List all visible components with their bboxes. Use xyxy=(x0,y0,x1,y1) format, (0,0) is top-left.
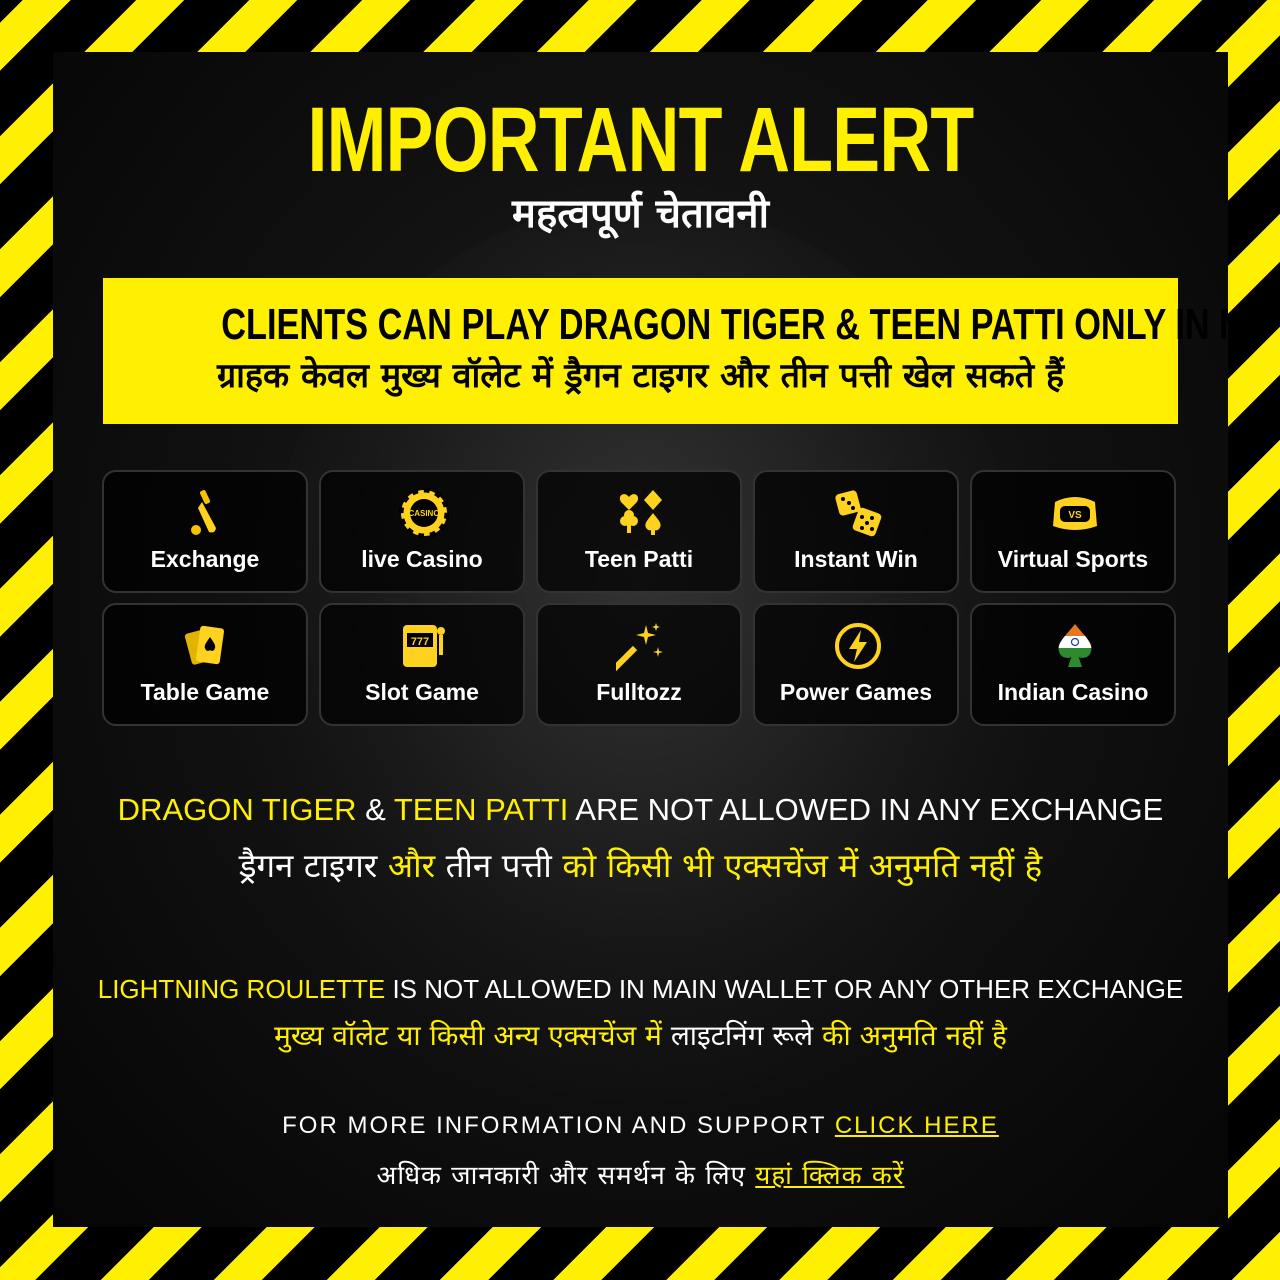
card-suits-icon xyxy=(619,490,662,535)
playing-cards-icon xyxy=(184,625,225,665)
spade-flag-icon xyxy=(1058,624,1092,667)
tile-live-casino[interactable]: CASINO live Casino xyxy=(319,470,525,593)
lightning-icon xyxy=(835,623,881,669)
highlight-text: DRAGON TIGER xyxy=(117,792,357,827)
highlight-text: मुख्य वॉलेट या किसी अन्य एक्सचेंज में xyxy=(274,1019,671,1052)
highlight-text: और xyxy=(387,846,436,885)
tile-label: Teen Patti xyxy=(584,546,694,572)
rule-dragon-tiger-hindi: ड्रैगन टाइगर और तीन पत्ती को किसी भी एक्… xyxy=(53,842,1228,887)
magic-wand-icon xyxy=(616,623,663,671)
support-text: FOR MORE INFORMATION AND SUPPORT xyxy=(282,1112,835,1139)
tile-label: Virtual Sports xyxy=(997,546,1149,572)
highlight-text: की अनुमति नहीं है xyxy=(813,1019,1007,1052)
banner-hindi-text: ग्राहक केवल मुख्य वॉलेट में ड्रैगन टाइगर… xyxy=(216,356,1065,396)
tile-slot-game[interactable]: 777 Slot Game xyxy=(319,603,525,726)
rule-lightning-roulette-hindi: मुख्य वॉलेट या किसी अन्य एक्सचेंज में ला… xyxy=(53,1016,1228,1054)
tile-teen-patti[interactable]: Teen Patti xyxy=(536,470,742,593)
casino-chip-icon: CASINO xyxy=(399,488,449,538)
plain-text: ARE NOT ALLOWED IN ANY EXCHANGE xyxy=(568,792,1164,827)
support-hindi: अधिक जानकारी और समर्थन के लिए यहां क्लिक… xyxy=(53,1156,1228,1192)
rule-lightning-roulette-english: LIGHTNING ROULETTE IS NOT ALLOWED IN MAI… xyxy=(53,974,1228,1005)
plain-text: तीन पत्ती xyxy=(435,846,563,885)
tile-indian-casino[interactable]: Indian Casino xyxy=(970,603,1176,726)
highlight-text: को किसी भी एक्सचेंज में अनुमति नहीं है xyxy=(562,846,1043,885)
alert-panel: IMPORTANT ALERT महत्वपूर्ण चेतावनी CLIEN… xyxy=(53,52,1228,1227)
tile-label: Exchange xyxy=(150,546,260,572)
support-text: अधिक जानकारी और समर्थन के लिए xyxy=(376,1161,756,1191)
svg-text:VS: VS xyxy=(1068,510,1082,521)
click-here-link[interactable]: CLICK HERE xyxy=(835,1112,999,1139)
support-english: FOR MORE INFORMATION AND SUPPORT CLICK H… xyxy=(53,1112,1228,1140)
highlight-text: TEEN PATTI xyxy=(393,792,569,827)
tile-exchange[interactable]: Exchange xyxy=(102,470,308,593)
click-here-link-hindi[interactable]: यहां क्लिक करें xyxy=(755,1161,904,1191)
tile-power-games[interactable]: Power Games xyxy=(753,603,959,726)
slot-machine-icon: 777 xyxy=(403,625,445,667)
tile-label: Table Game xyxy=(140,679,270,705)
highlight-text: LIGHTNING ROULETTE xyxy=(97,974,386,1004)
tile-label: live Casino xyxy=(361,546,483,572)
rule-dragon-tiger-english: DRAGON TIGER & TEEN PATTI ARE NOT ALLOWE… xyxy=(53,792,1228,828)
plain-text: & xyxy=(356,792,394,827)
tile-instant-win[interactable]: Instant Win xyxy=(753,470,959,593)
tile-fulltozz[interactable]: Fulltozz xyxy=(536,603,742,726)
tile-label: Fulltozz xyxy=(596,679,682,705)
plain-text: IS NOT ALLOWED IN MAIN WALLET OR ANY OTH… xyxy=(385,974,1184,1004)
dice-icon xyxy=(835,490,882,537)
svg-text:777: 777 xyxy=(411,636,429,648)
banner-english-text: CLIENTS CAN PLAY DRAGON TIGER & TEEN PAT… xyxy=(221,300,1228,349)
plain-text: लाइटनिंग रूले xyxy=(670,1019,814,1052)
plain-text: ड्रैगन टाइगर xyxy=(238,846,388,885)
svg-text:CASINO: CASINO xyxy=(408,509,439,518)
tile-label: Instant Win xyxy=(794,546,918,572)
tile-label: Power Games xyxy=(779,679,933,705)
game-category-grid: Exchange CASINO live Casino Teen Patti I… xyxy=(102,470,1178,726)
tile-virtual-sports[interactable]: VS Virtual Sports xyxy=(970,470,1176,593)
alert-subtitle: महत्वपूर्ण चेतावनी xyxy=(512,191,769,237)
main-wallet-banner: CLIENTS CAN PLAY DRAGON TIGER & TEEN PAT… xyxy=(103,278,1228,424)
vr-headset-icon: VS xyxy=(1053,497,1097,530)
cricket-bat-icon xyxy=(191,490,216,535)
alert-title: IMPORTANT ALERT xyxy=(307,89,975,191)
tile-label: Slot Game xyxy=(365,679,479,705)
tile-table-game[interactable]: Table Game xyxy=(102,603,308,726)
tile-label: Indian Casino xyxy=(997,679,1149,705)
